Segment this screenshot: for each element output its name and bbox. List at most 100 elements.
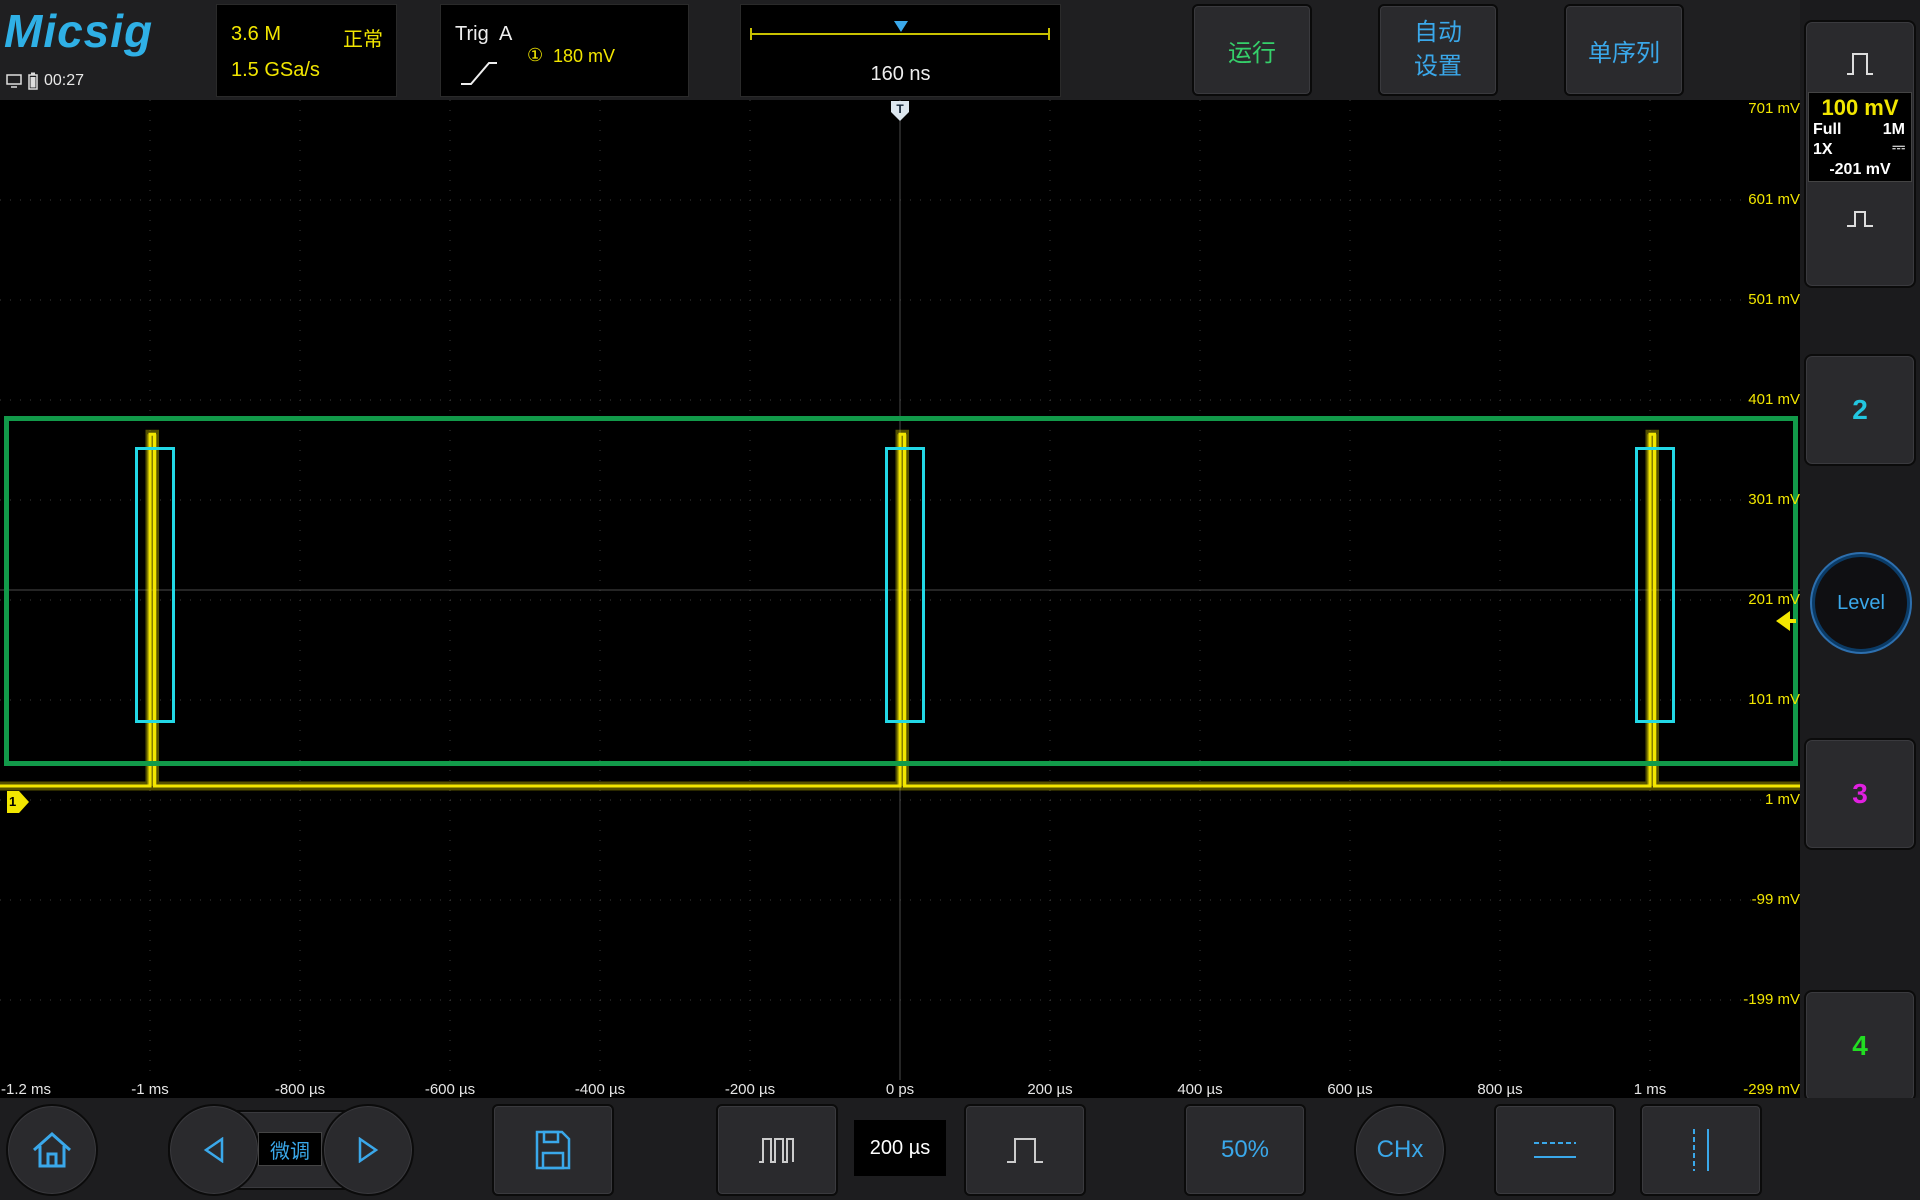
single-sequence-button[interactable]: 单序列 (1564, 4, 1684, 96)
timebase-overview[interactable]: 160 ns (740, 4, 1061, 97)
wide-pulse-icon (1847, 53, 1873, 75)
brand-logo: Micsig (4, 5, 154, 57)
trigger-position-marker[interactable]: T (890, 100, 910, 122)
waveform-display[interactable]: T 1 701 mV 601 mV 501 mV 401 mV 301 mV 2… (0, 100, 1800, 1098)
trigger-50-percent-button[interactable]: 50% (1184, 1104, 1306, 1196)
expand-pulse-icon (1007, 1138, 1043, 1163)
x-label: 600 µs (1327, 1081, 1373, 1098)
trigger-channel-marker: ① (527, 45, 544, 65)
x-label: -1 ms (131, 1081, 169, 1098)
compress-pulse-icon (759, 1138, 794, 1163)
y-label: -199 mV (1743, 991, 1800, 1008)
channel1-offset: -201 mV (1829, 161, 1891, 178)
channel2-button[interactable]: 2 (1804, 354, 1916, 466)
y-label: 301 mV (1748, 491, 1800, 508)
trigger-source: A (499, 23, 513, 45)
acquisition-panel[interactable]: 3.6 M 正常 1.5 GSa/s (216, 4, 397, 97)
home-icon (33, 1131, 71, 1168)
run-button-label: 运行 (1228, 39, 1276, 67)
clock: 00:27 (44, 72, 85, 89)
run-button[interactable]: 运行 (1192, 4, 1312, 96)
channel-panel: 100 mV Full 1M 1X ⎓ -201 mV 2 Level 3 4 (1800, 0, 1920, 1200)
trigger-level: 180 mV (553, 46, 616, 66)
single-sequence-label: 单序列 (1588, 39, 1660, 67)
x-label: -1.2 ms (0, 1081, 52, 1098)
battery-icon (28, 72, 38, 90)
auto-setup-label-1: 自动 (1414, 19, 1462, 46)
fifty-percent-label: 50% (1220, 1136, 1270, 1163)
vertical-cursor-icon (1693, 1129, 1709, 1171)
move-right-button[interactable] (322, 1104, 414, 1196)
trigger-delay: 160 ns (870, 63, 931, 85)
y-label: 101 mV (1748, 691, 1800, 708)
acquisition-mode: 正常 (343, 29, 383, 51)
channel1-probe: 1X (1813, 141, 1833, 158)
save-button[interactable] (492, 1104, 614, 1196)
y-label: -299 mV (1743, 1081, 1800, 1098)
channel1-marker-label: 1 (9, 794, 17, 809)
vertical-cursor-button[interactable] (1640, 1104, 1762, 1196)
channel4-label: 4 (1852, 1030, 1868, 1061)
x-label: 0 ps (885, 1081, 915, 1098)
level-label: Level (1837, 591, 1885, 614)
pulse-highlight-3 (1635, 447, 1675, 723)
y-label: 601 mV (1748, 191, 1800, 208)
trigger-label: Trig (455, 23, 489, 45)
auto-setup-label-2: 设置 (1414, 53, 1462, 80)
bottom-toolbar: 微调 200 µs 50% CHx (0, 1098, 1920, 1200)
narrow-pulse-icon (1847, 211, 1873, 227)
timebase-decrease-button[interactable] (716, 1104, 838, 1196)
timebase-increase-button[interactable] (964, 1104, 1086, 1196)
x-label: 400 µs (1177, 1081, 1223, 1098)
x-label: 1 ms (1633, 1081, 1667, 1098)
channel1-button[interactable]: 100 mV Full 1M 1X ⎓ -201 mV (1804, 20, 1916, 288)
x-label: 800 µs (1477, 1081, 1523, 1098)
channel1-info: 100 mV Full 1M 1X ⎓ -201 mV (1808, 92, 1912, 182)
channel1-offset-marker[interactable]: 1 (7, 791, 29, 813)
timebase-label: 200 µs (869, 1136, 931, 1159)
timebase-value[interactable]: 200 µs (854, 1120, 946, 1176)
fine-tune-toggle[interactable]: 微调 (258, 1132, 322, 1166)
y-label: 1 mV (1764, 791, 1800, 808)
channel1-bandwidth: Full (1813, 121, 1842, 138)
horizontal-cursor-icon (1534, 1142, 1576, 1158)
channel-select-button[interactable]: CHx (1354, 1104, 1446, 1196)
x-label: -200 µs (724, 1081, 776, 1098)
pulse-highlight-1 (135, 447, 175, 723)
sample-rate: 1.5 GSa/s (231, 59, 320, 81)
x-label: -800 µs (274, 1081, 326, 1098)
horizontal-cursor-button[interactable] (1494, 1104, 1616, 1196)
y-label: 201 mV (1748, 591, 1800, 608)
chx-label: CHx (1376, 1136, 1424, 1163)
triangle-right-icon (358, 1137, 379, 1163)
move-left-button[interactable] (168, 1104, 260, 1196)
fine-tune-label: 微调 (270, 1140, 310, 1163)
top-bar: Micsig 00:27 3.6 M 正常 1.5 GSa/s Trig A ①… (0, 0, 1800, 100)
y-label: -99 mV (1751, 891, 1800, 908)
x-label: -600 µs (424, 1081, 476, 1098)
triangle-left-icon (203, 1137, 224, 1163)
trigger-position-icon (894, 21, 908, 32)
save-icon (535, 1130, 571, 1170)
trigger-panel[interactable]: Trig A ① 180 mV (440, 4, 689, 97)
trigger-level-marker[interactable] (1776, 610, 1796, 632)
memory-bar-right-cap (1048, 28, 1050, 40)
home-button[interactable] (6, 1104, 98, 1196)
display-icon (6, 74, 22, 88)
auto-setup-button[interactable]: 自动 设置 (1378, 4, 1498, 96)
y-label: 401 mV (1748, 391, 1800, 408)
trigger-marker-label: T (896, 102, 904, 116)
channel3-button[interactable]: 3 (1804, 738, 1916, 850)
channel1-impedance: 1M (1882, 121, 1905, 138)
channel1-scale: 100 mV (1821, 95, 1899, 120)
level-knob[interactable]: Level (1812, 554, 1910, 652)
y-label: 501 mV (1748, 291, 1800, 308)
channel1-coupling: ⎓ (1892, 139, 1905, 156)
channel4-button[interactable]: 4 (1804, 990, 1916, 1102)
memory-bar-left-cap (750, 28, 752, 40)
channel2-label: 2 (1852, 394, 1868, 425)
status-row: 00:27 (6, 72, 84, 90)
y-label: 701 mV (1748, 100, 1800, 117)
pulse-highlight-2 (885, 447, 925, 723)
memory-depth: 3.6 M (231, 23, 282, 45)
